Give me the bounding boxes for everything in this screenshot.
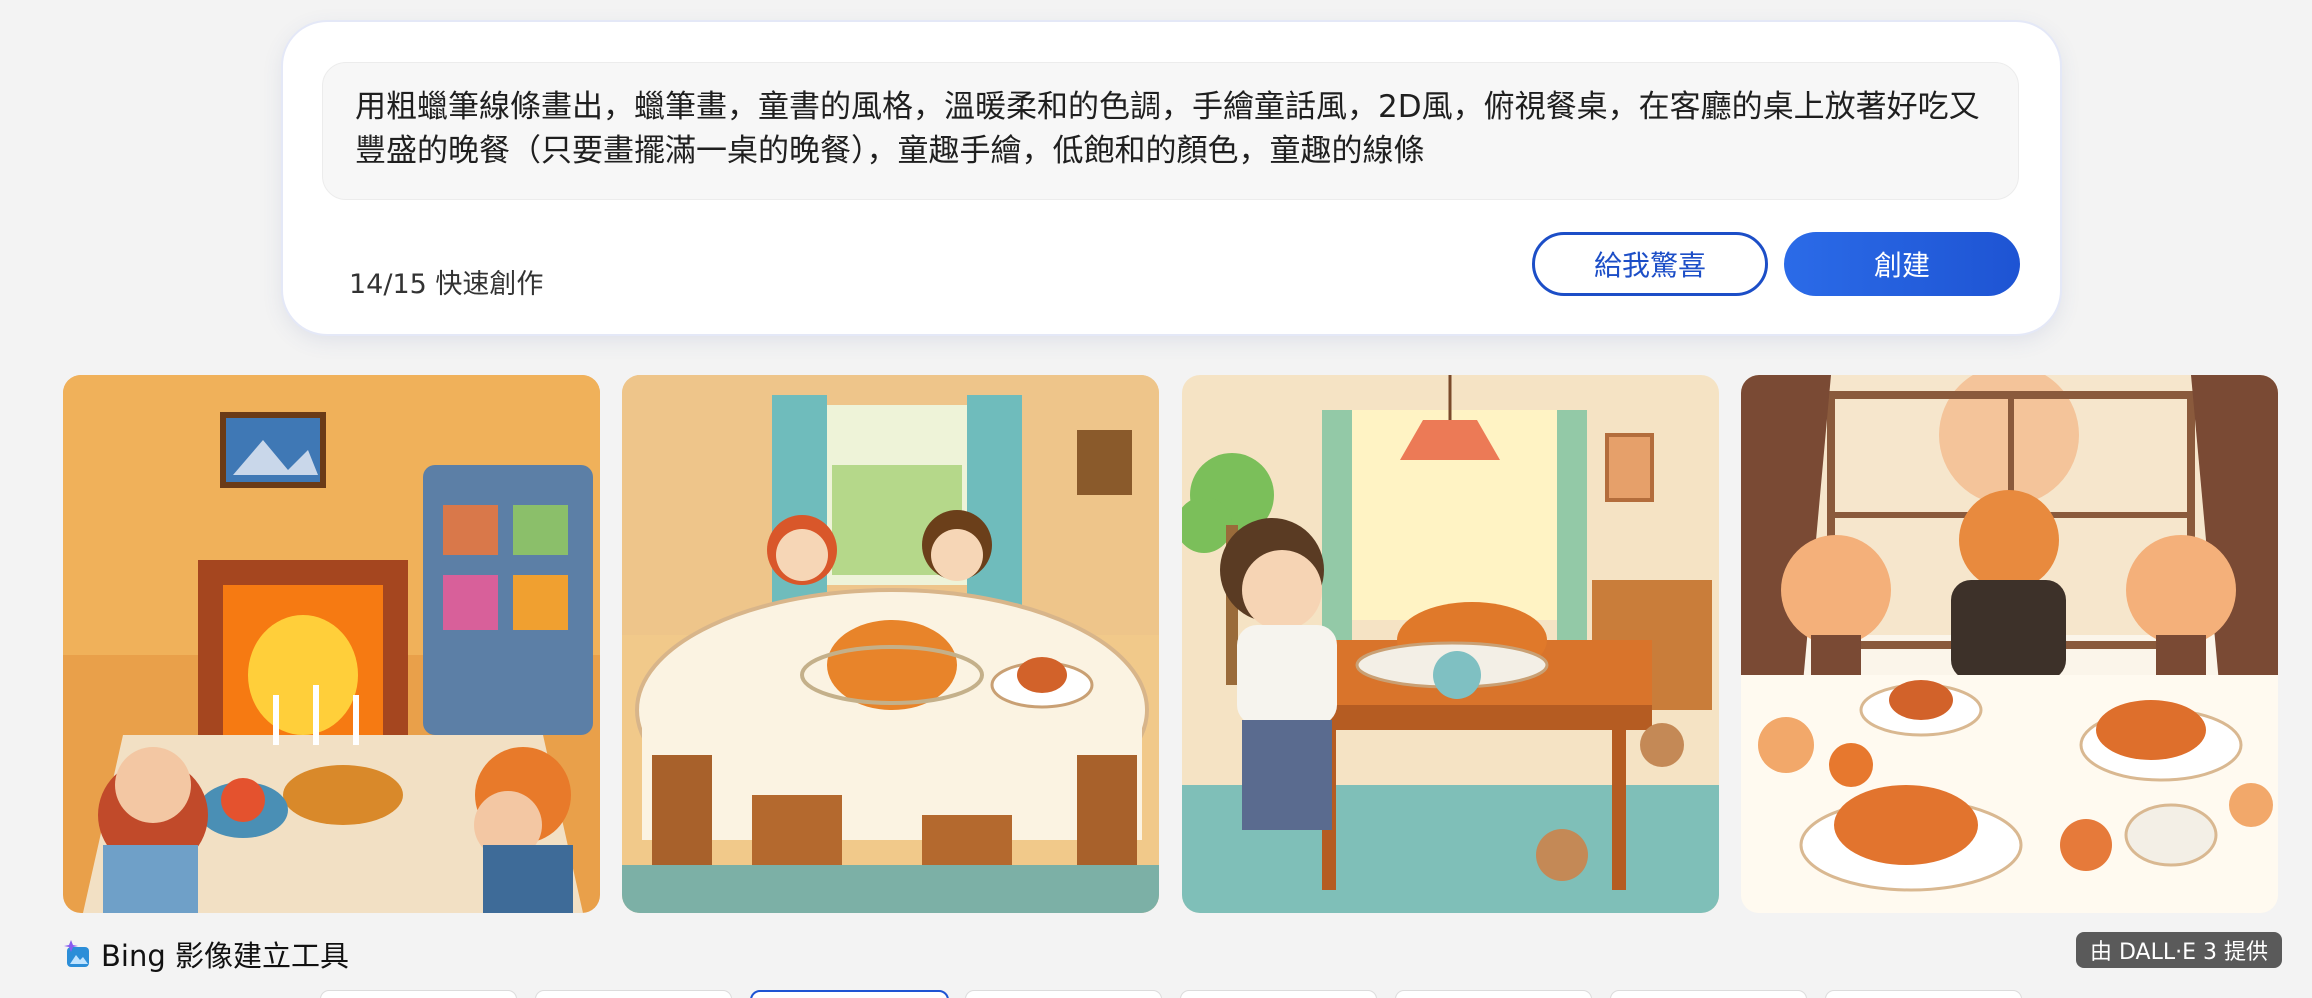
history-thumbnail[interactable] <box>1610 990 1807 998</box>
create-button[interactable]: 創建 <box>1784 232 2020 296</box>
history-thumbnail[interactable] <box>1395 990 1592 998</box>
image-gallery <box>63 375 2281 913</box>
history-thumbnail-active[interactable] <box>750 990 949 998</box>
generated-image-2[interactable] <box>622 375 1159 913</box>
history-thumbnail[interactable] <box>1825 990 2022 998</box>
prompt-card: 用粗蠟筆線條畫出，蠟筆畫，童書的風格，溫暖柔和的色調，手繪童話風，2D風，俯視餐… <box>283 22 2060 334</box>
generated-image-4[interactable] <box>1741 375 2278 913</box>
powered-by-badge: 由 DALL·E 3 提供 <box>2076 932 2282 968</box>
image-creator-icon <box>64 940 89 967</box>
generated-image-2-art <box>622 375 1159 913</box>
generated-image-3[interactable] <box>1182 375 1719 913</box>
prompt-input[interactable]: 用粗蠟筆線條畫出，蠟筆畫，童書的風格，溫暖柔和的色調，手繪童話風，2D風，俯視餐… <box>322 62 2019 200</box>
history-thumbnail[interactable] <box>320 990 517 998</box>
generated-image-4-art <box>1741 375 2278 913</box>
brand-label: Bing 影像建立工具 <box>101 939 349 973</box>
history-thumbnail[interactable] <box>535 990 732 998</box>
history-thumbnail[interactable] <box>1180 990 1377 998</box>
generated-image-1-art <box>63 375 600 913</box>
generated-image-3-art <box>1182 375 1719 913</box>
image-creator-page: 用粗蠟筆線條畫出，蠟筆畫，童書的風格，溫暖柔和的色調，手繪童話風，2D風，俯視餐… <box>0 0 2312 998</box>
boost-counter: 14/15 快速創作 <box>349 269 544 300</box>
bing-image-creator-brand[interactable]: Bing 影像建立工具 <box>63 933 349 975</box>
surprise-me-button[interactable]: 給我驚喜 <box>1532 232 1768 296</box>
generated-image-1[interactable] <box>63 375 600 913</box>
history-thumbnail[interactable] <box>965 990 1162 998</box>
